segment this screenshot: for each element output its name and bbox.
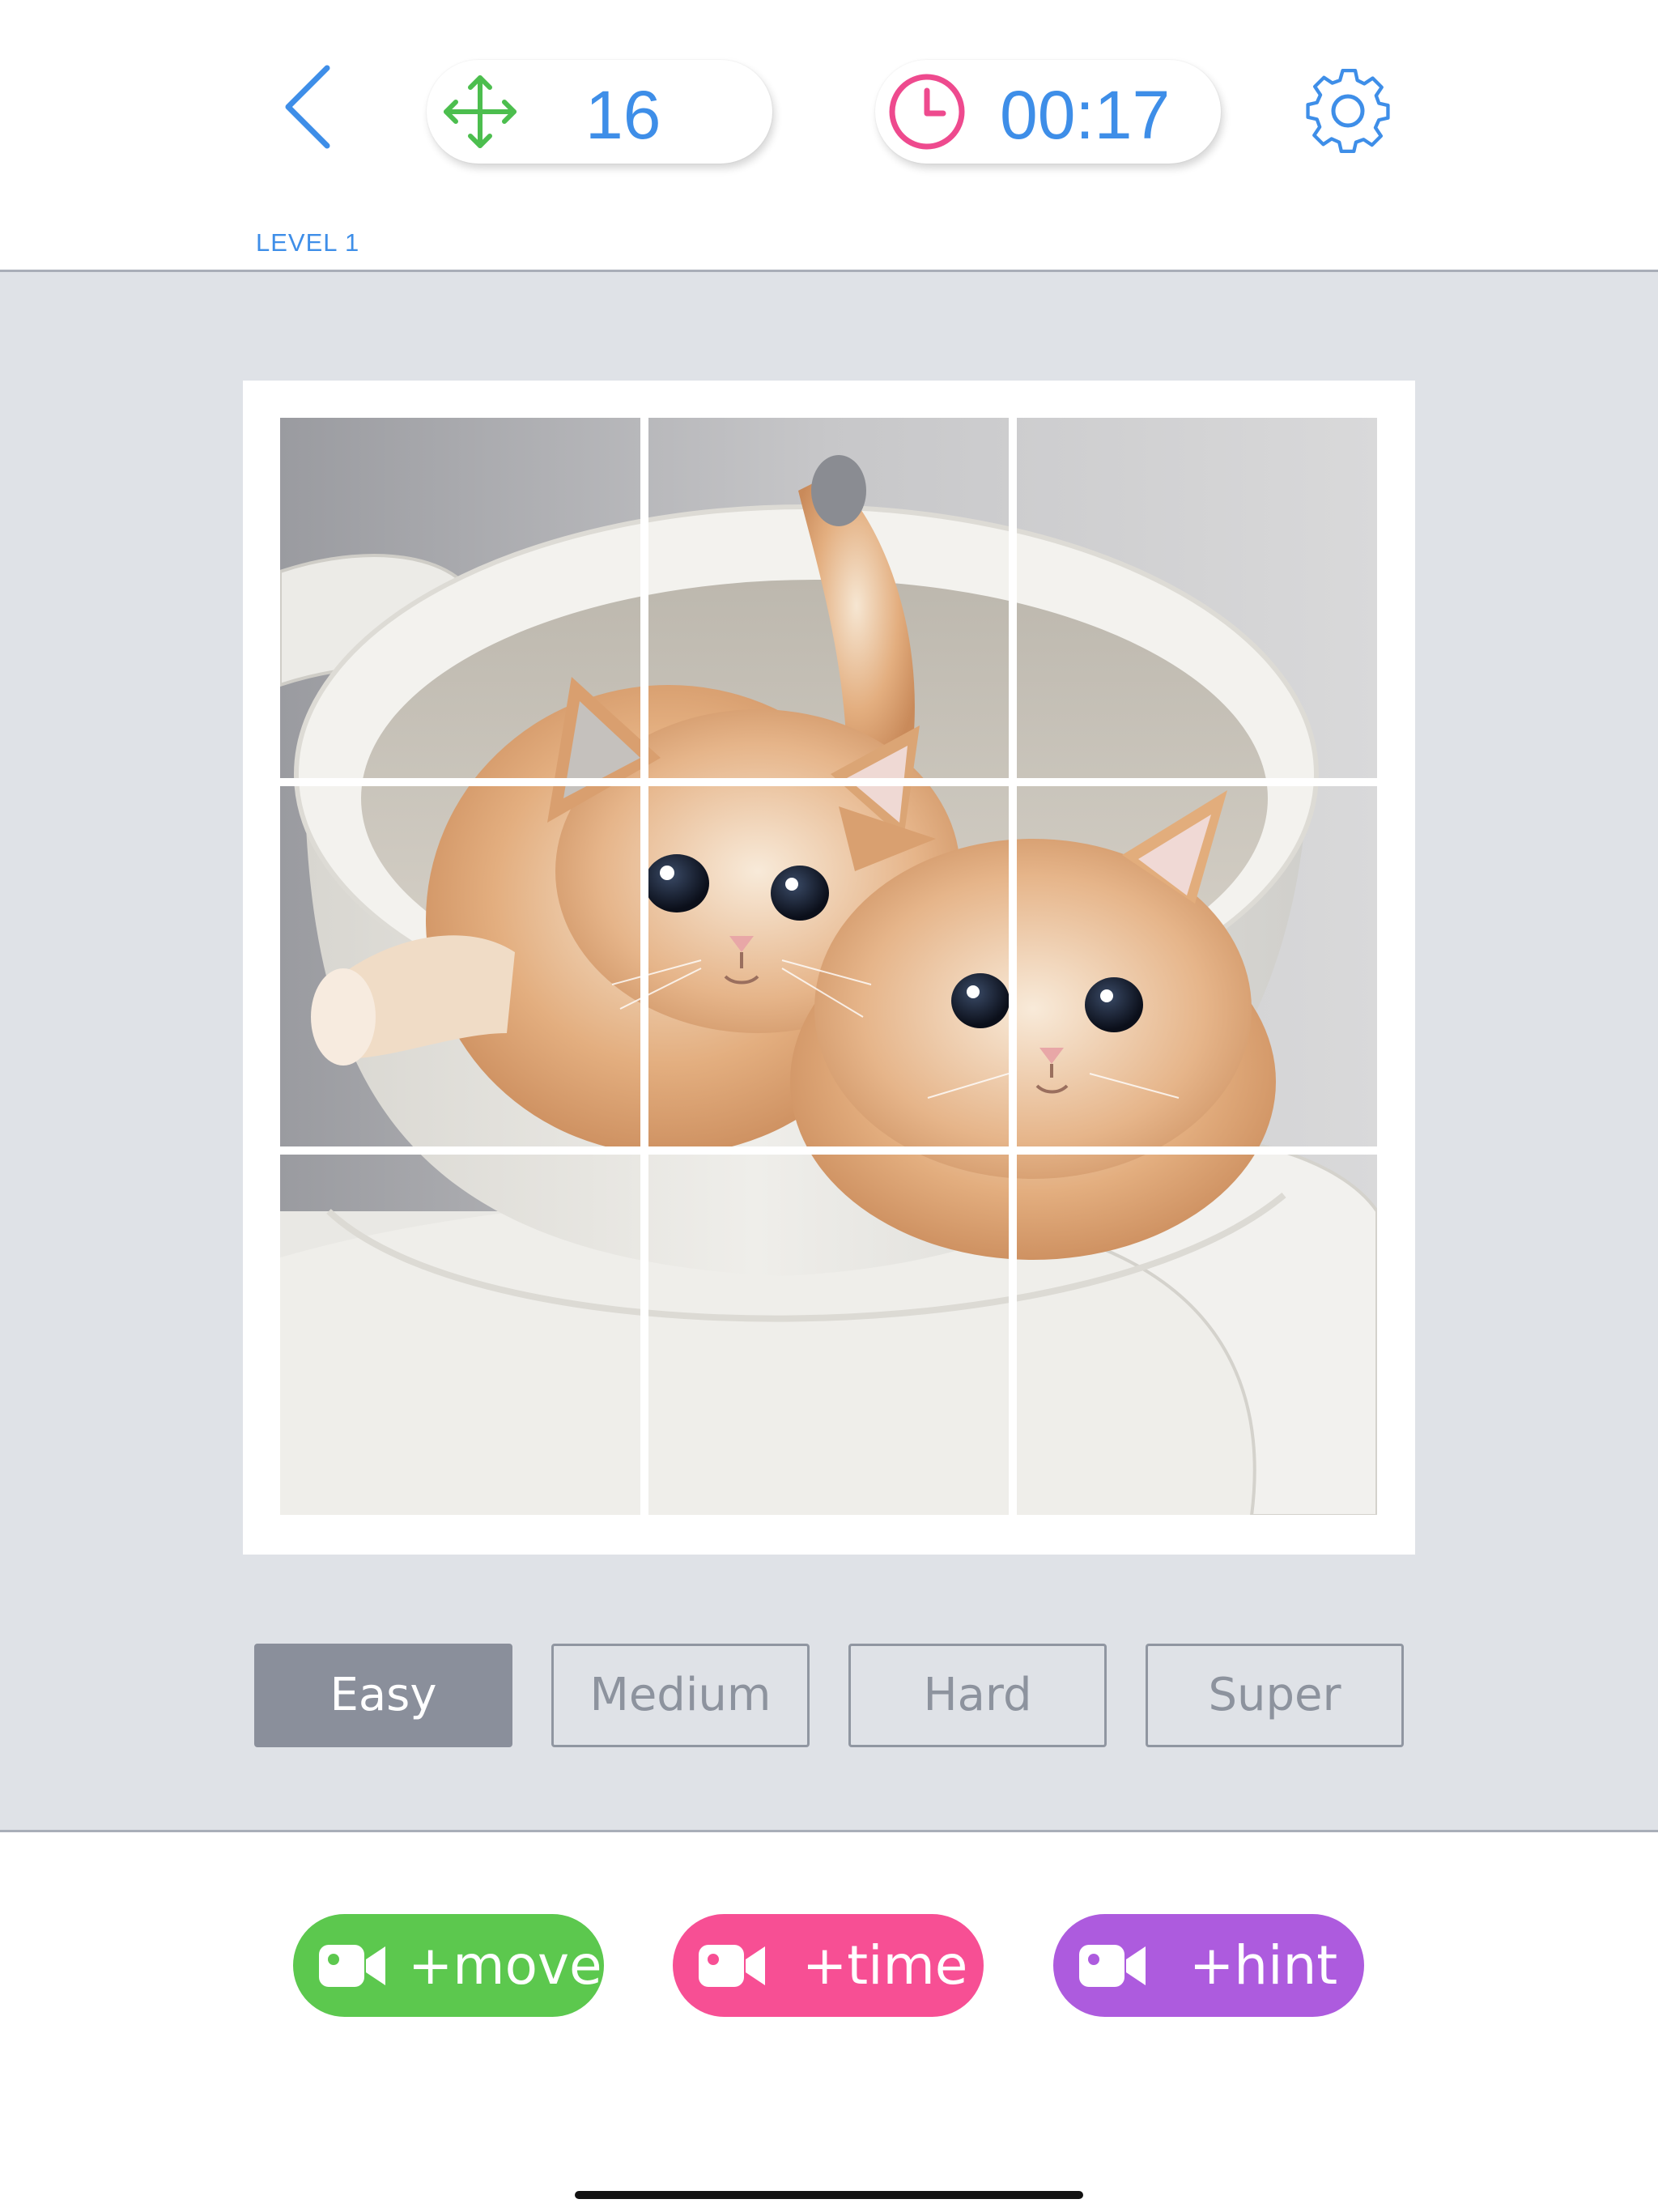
difficulty-medium-button[interactable]: Medium — [551, 1644, 810, 1747]
home-indicator[interactable] — [575, 2191, 1083, 2199]
add-hint-button[interactable]: +hint — [1053, 1914, 1364, 2017]
puzzle-tile[interactable] — [648, 1155, 1009, 1515]
puzzle-tile-image — [1017, 418, 1377, 778]
clock-icon — [889, 74, 965, 150]
difficulty-hard-button[interactable]: Hard — [848, 1644, 1107, 1747]
puzzle-tile-image — [1017, 1155, 1377, 1515]
puzzle-tile-image — [280, 418, 640, 778]
puzzle-tile-image — [1017, 786, 1377, 1146]
puzzle-tile[interactable] — [1017, 786, 1377, 1146]
add-time-label: +time — [802, 1934, 968, 1997]
video-camera-icon — [699, 1945, 765, 1987]
difficulty-super-button[interactable]: Super — [1146, 1644, 1404, 1747]
difficulty-easy-button[interactable]: Easy — [254, 1644, 512, 1747]
moves-counter: 16 — [427, 60, 772, 164]
level-label: LEVEL 1 — [256, 228, 360, 257]
puzzle-tile[interactable] — [280, 418, 640, 778]
puzzle-board-frame — [243, 381, 1415, 1555]
puzzle-tile[interactable] — [648, 786, 1009, 1146]
puzzle-tile-image — [648, 418, 1009, 778]
puzzle-tile[interactable] — [1017, 1155, 1377, 1515]
gear-icon — [1306, 68, 1390, 154]
add-move-button[interactable]: +move — [293, 1914, 604, 2017]
puzzle-tile[interactable] — [280, 1155, 640, 1515]
puzzle-tile-image — [280, 1155, 640, 1515]
puzzle-tile[interactable] — [280, 786, 640, 1146]
back-chevron-icon — [285, 65, 330, 149]
add-hint-label: +hint — [1189, 1934, 1338, 1997]
puzzle-tile-image — [648, 786, 1009, 1146]
timer: 00:17 — [875, 60, 1221, 164]
time-value: 00:17 — [1000, 77, 1171, 153]
video-camera-icon — [319, 1945, 385, 1987]
puzzle-tile[interactable] — [648, 418, 1009, 778]
difficulty-selector: Easy Medium Hard Super — [254, 1644, 1404, 1747]
top-bar: 16 00:17 LEVEL 1 — [0, 0, 1658, 272]
add-time-button[interactable]: +time — [673, 1914, 984, 2017]
puzzle-tile[interactable] — [1017, 418, 1377, 778]
move-arrows-icon — [444, 75, 517, 148]
puzzle-tile-image — [280, 786, 640, 1146]
back-button[interactable] — [275, 58, 343, 155]
video-camera-icon — [1079, 1945, 1146, 1987]
puzzle-tile-image — [648, 1155, 1009, 1515]
puzzle-board — [280, 418, 1377, 1516]
moves-value: 16 — [585, 77, 661, 153]
settings-button[interactable] — [1300, 63, 1396, 159]
add-move-label: +move — [408, 1934, 602, 1997]
